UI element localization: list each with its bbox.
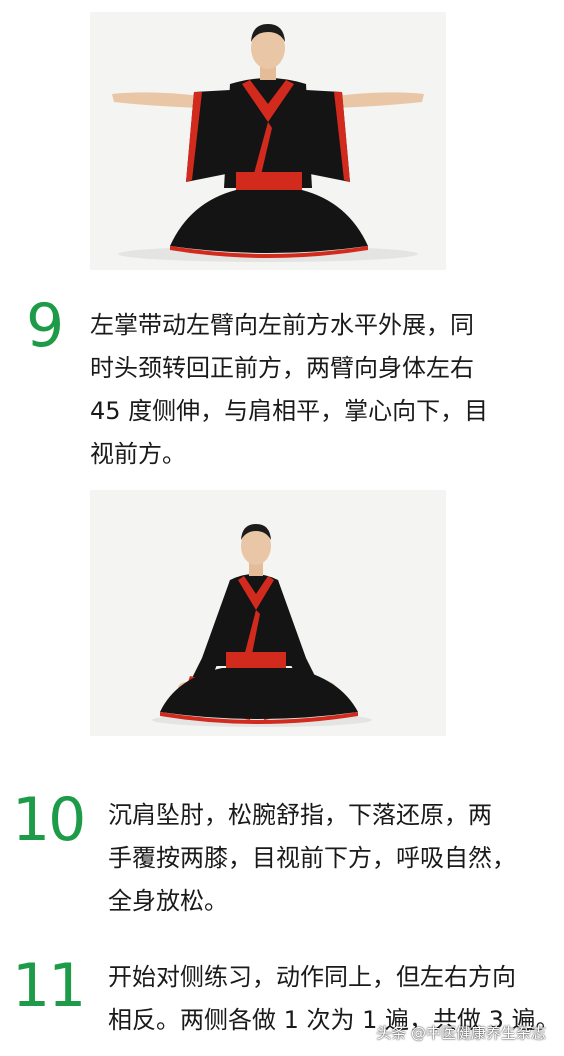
step-11-line-1: 开始对侧练习，动作同上，但左右方向 bbox=[108, 963, 516, 991]
source-watermark: 头条 @中医健康养生杂志 bbox=[376, 1024, 546, 1042]
step-10-text: 沉肩坠肘，松腕舒指，下落还原，两 手覆按两膝，目视前下方，呼吸自然， 全身放松。 bbox=[108, 794, 516, 923]
step-number-10: 10 bbox=[12, 785, 86, 855]
step-9-line-4: 视前方。 bbox=[90, 440, 186, 468]
step-10-line-1: 沉肩坠肘，松腕舒指，下落还原，两 bbox=[108, 801, 492, 829]
step-9-line-1: 左掌带动左臂向左前方水平外展，同 bbox=[90, 311, 474, 339]
figure-hands-on-knees-illustration bbox=[90, 490, 446, 736]
step-number-11: 11 bbox=[12, 951, 86, 1021]
step-9-text: 左掌带动左臂向左前方水平外展，同 时头颈转回正前方，两臂向身体左右 45 度侧伸… bbox=[90, 304, 488, 476]
step-number-9: 9 bbox=[26, 291, 64, 361]
photo-arms-extended bbox=[90, 12, 446, 270]
step-10-line-3: 全身放松。 bbox=[108, 887, 228, 915]
step-10-line-2: 手覆按两膝，目视前下方，呼吸自然， bbox=[108, 844, 516, 872]
figure-arms-extended-illustration bbox=[90, 12, 446, 270]
step-9-line-3: 45 度侧伸，与肩相平，掌心向下，目 bbox=[90, 397, 489, 425]
step-9-line-2: 时头颈转回正前方，两臂向身体左右 bbox=[90, 354, 474, 382]
photo-hands-on-knees bbox=[90, 490, 446, 736]
